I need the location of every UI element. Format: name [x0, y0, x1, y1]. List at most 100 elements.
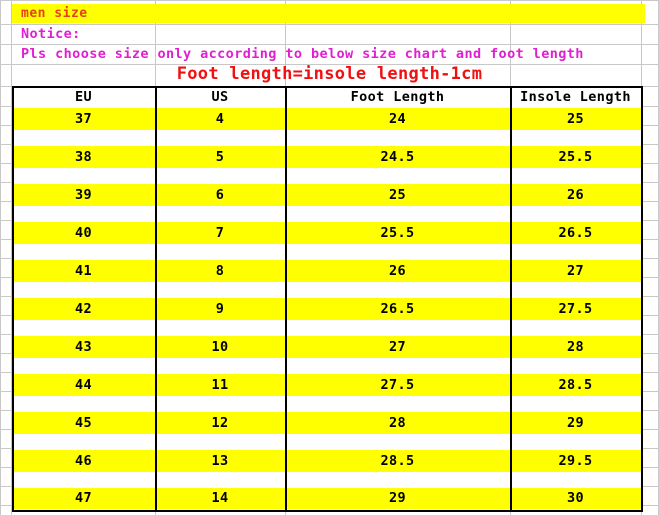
- column-rule-2: [285, 86, 287, 512]
- size-chart-table: EU US Foot Length Insole Length 37 4 24 25 3…: [12, 87, 641, 509]
- column-header-eu: EU: [12, 87, 155, 108]
- cell-foot-length: 24.5: [285, 146, 510, 184]
- cell-value-insole-length: 27.5: [510, 298, 641, 320]
- cell-value-eu: 45: [12, 412, 155, 434]
- cell-insole-length: 26.5: [510, 222, 641, 260]
- cell-us: 13: [155, 450, 285, 488]
- cell-value-eu: 41: [12, 260, 155, 282]
- table-border-right: [641, 86, 643, 512]
- table-row: 37 4 24 25: [12, 108, 641, 146]
- table-row: 40 7 25.5 26.5: [12, 222, 641, 260]
- table-border-bottom: [12, 510, 643, 512]
- cell-foot-length: 28: [285, 412, 510, 450]
- cell-value-eu: 47: [12, 488, 155, 509]
- cell-value-us: 4: [155, 108, 285, 130]
- cell-value-us: 12: [155, 412, 285, 434]
- cell-value-insole-length: 26: [510, 184, 641, 206]
- cell-foot-length: 24: [285, 108, 510, 146]
- cell-value-foot-length: 26.5: [285, 298, 510, 320]
- column-header-us: US: [155, 87, 285, 108]
- cell-foot-length: 27: [285, 336, 510, 374]
- cell-value-insole-length: 28.5: [510, 374, 641, 396]
- cell-value-foot-length: 28: [285, 412, 510, 434]
- cell-value-insole-length: 27: [510, 260, 641, 282]
- cell-value-us: 14: [155, 488, 285, 509]
- notice-label: Notice:: [21, 26, 81, 42]
- cell-foot-length: 25: [285, 184, 510, 222]
- table-border-left: [12, 86, 14, 512]
- cell-value-insole-length: 30: [510, 488, 641, 509]
- men-size-label: men size: [21, 6, 88, 21]
- cell-eu: 40: [12, 222, 155, 260]
- cell-insole-length: 29.5: [510, 450, 641, 488]
- cell-eu: 46: [12, 450, 155, 488]
- cell-eu: 44: [12, 374, 155, 412]
- table-row: 41 8 26 27: [12, 260, 641, 298]
- cell-value-insole-length: 28: [510, 336, 641, 358]
- cell-us: 9: [155, 298, 285, 336]
- cell-value-foot-length: 27.5: [285, 374, 510, 396]
- cell-value-us: 6: [155, 184, 285, 206]
- cell-value-insole-length: 26.5: [510, 222, 641, 244]
- cell-value-insole-length: 29.5: [510, 450, 641, 472]
- cell-foot-length: 27.5: [285, 374, 510, 412]
- cell-foot-length: 29: [285, 488, 510, 509]
- cell-insole-length: 29: [510, 412, 641, 450]
- cell-insole-length: 28: [510, 336, 641, 374]
- table-border-top: [12, 86, 643, 88]
- cell-value-foot-length: 27: [285, 336, 510, 358]
- cell-value-foot-length: 26: [285, 260, 510, 282]
- table-row: 44 11 27.5 28.5: [12, 374, 641, 412]
- cell-foot-length: 28.5: [285, 450, 510, 488]
- cell-value-us: 9: [155, 298, 285, 320]
- cell-foot-length: 26.5: [285, 298, 510, 336]
- table-row: 46 13 28.5 29.5: [12, 450, 641, 488]
- cell-value-foot-length: 24: [285, 108, 510, 130]
- table-row: 38 5 24.5 25.5: [12, 146, 641, 184]
- cell-value-eu: 43: [12, 336, 155, 358]
- cell-insole-length: 27.5: [510, 298, 641, 336]
- cell-eu: 41: [12, 260, 155, 298]
- cell-value-us: 5: [155, 146, 285, 168]
- table-row: 47 14 29 30: [12, 488, 641, 509]
- cell-value-eu: 44: [12, 374, 155, 396]
- column-header-insole-length: Insole Length: [510, 87, 641, 108]
- men-size-banner: men size: [12, 4, 645, 23]
- cell-insole-length: 25: [510, 108, 641, 146]
- cell-value-eu: 46: [12, 450, 155, 472]
- cell-eu: 37: [12, 108, 155, 146]
- cell-us: 10: [155, 336, 285, 374]
- cell-value-foot-length: 25: [285, 184, 510, 206]
- cell-value-us: 7: [155, 222, 285, 244]
- cell-eu: 47: [12, 488, 155, 509]
- cell-us: 8: [155, 260, 285, 298]
- cell-value-us: 13: [155, 450, 285, 472]
- cell-value-us: 8: [155, 260, 285, 282]
- cell-value-insole-length: 25.5: [510, 146, 641, 168]
- cell-foot-length: 26: [285, 260, 510, 298]
- cell-us: 5: [155, 146, 285, 184]
- cell-foot-length: 25.5: [285, 222, 510, 260]
- cell-value-eu: 42: [12, 298, 155, 320]
- table-row: 43 10 27 28: [12, 336, 641, 374]
- foot-length-formula: Foot length=insole length-1cm: [176, 64, 483, 84]
- cell-value-us: 10: [155, 336, 285, 358]
- notice-body-text: Pls choose size only according to below …: [21, 46, 584, 62]
- cell-value-foot-length: 25.5: [285, 222, 510, 244]
- cell-value-eu: 40: [12, 222, 155, 244]
- cell-us: 4: [155, 108, 285, 146]
- column-rule-3: [510, 86, 512, 512]
- cell-insole-length: 25.5: [510, 146, 641, 184]
- column-header-foot-length: Foot Length: [285, 87, 510, 108]
- cell-insole-length: 30: [510, 488, 641, 509]
- cell-value-eu: 37: [12, 108, 155, 130]
- cell-value-foot-length: 24.5: [285, 146, 510, 168]
- table-row: 45 12 28 29: [12, 412, 641, 450]
- cell-insole-length: 27: [510, 260, 641, 298]
- cell-eu: 45: [12, 412, 155, 450]
- table-row: 39 6 25 26: [12, 184, 641, 222]
- cell-insole-length: 28.5: [510, 374, 641, 412]
- column-rule-1: [155, 86, 157, 512]
- cell-us: 7: [155, 222, 285, 260]
- cell-value-foot-length: 29: [285, 488, 510, 509]
